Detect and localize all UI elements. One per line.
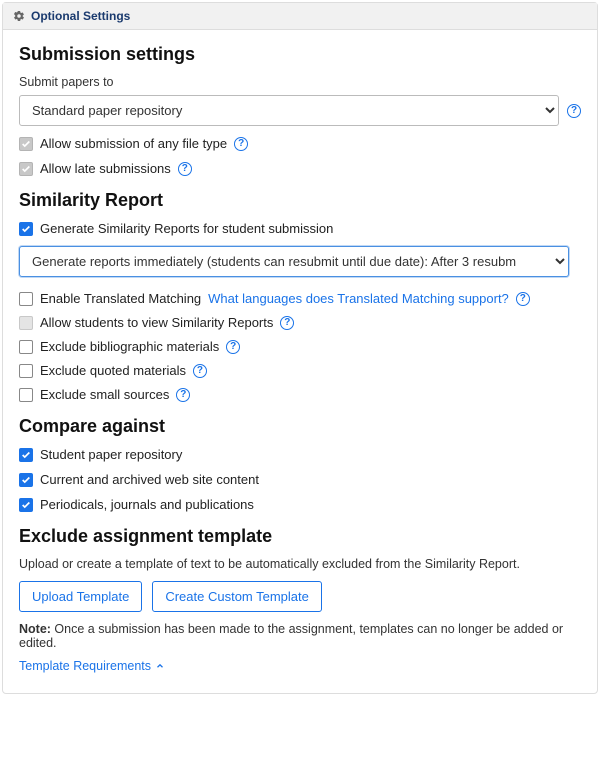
panel-title: Optional Settings [31, 9, 130, 23]
exclude-bib-checkbox[interactable] [19, 340, 33, 354]
student-repo-label: Student paper repository [40, 447, 182, 462]
optional-settings-panel: Optional Settings Submission settings Su… [2, 2, 598, 694]
periodicals-checkbox[interactable] [19, 498, 33, 512]
exclude-template-heading: Exclude assignment template [19, 526, 581, 547]
help-icon[interactable]: ? [193, 364, 207, 378]
generate-reports-label: Generate Similarity Reports for student … [40, 221, 333, 236]
allow-late-label: Allow late submissions [40, 161, 171, 176]
allow-view-label: Allow students to view Similarity Report… [40, 315, 273, 330]
panel-body: Submission settings Submit papers to Sta… [3, 30, 597, 693]
submission-settings-heading: Submission settings [19, 44, 581, 65]
help-icon[interactable]: ? [176, 388, 190, 402]
exclude-quoted-label: Exclude quoted materials [40, 363, 186, 378]
exclude-small-label: Exclude small sources [40, 387, 169, 402]
similarity-report-heading: Similarity Report [19, 190, 581, 211]
help-icon[interactable]: ? [178, 162, 192, 176]
help-icon[interactable]: ? [567, 104, 581, 118]
translated-matching-link[interactable]: What languages does Translated Matching … [208, 291, 509, 306]
chevron-up-icon [155, 661, 165, 671]
allow-any-file-checkbox[interactable] [19, 137, 33, 151]
panel-header[interactable]: Optional Settings [3, 3, 597, 30]
generate-reports-checkbox[interactable] [19, 222, 33, 236]
help-icon[interactable]: ? [280, 316, 294, 330]
note-label: Note: [19, 622, 51, 636]
web-content-checkbox[interactable] [19, 473, 33, 487]
translated-matching-label: Enable Translated Matching [40, 291, 201, 306]
submit-papers-to-select[interactable]: Standard paper repository [19, 95, 559, 126]
report-timing-select[interactable]: Generate reports immediately (students c… [19, 246, 569, 277]
help-icon[interactable]: ? [516, 292, 530, 306]
submit-papers-to-label: Submit papers to [19, 75, 581, 89]
exclude-bib-label: Exclude bibliographic materials [40, 339, 219, 354]
exclude-quoted-checkbox[interactable] [19, 364, 33, 378]
help-icon[interactable]: ? [226, 340, 240, 354]
translated-matching-checkbox[interactable] [19, 292, 33, 306]
allow-view-checkbox[interactable] [19, 316, 33, 330]
allow-any-file-label: Allow submission of any file type [40, 136, 227, 151]
create-custom-template-button[interactable]: Create Custom Template [152, 581, 322, 612]
template-requirements-link[interactable]: Template Requirements [19, 659, 165, 673]
gear-icon [13, 10, 25, 22]
help-icon[interactable]: ? [234, 137, 248, 151]
periodicals-label: Periodicals, journals and publications [40, 497, 254, 512]
upload-template-button[interactable]: Upload Template [19, 581, 142, 612]
allow-late-checkbox[interactable] [19, 162, 33, 176]
note-text: Once a submission has been made to the a… [19, 622, 563, 650]
web-content-label: Current and archived web site content [40, 472, 259, 487]
student-repo-checkbox[interactable] [19, 448, 33, 462]
exclude-small-checkbox[interactable] [19, 388, 33, 402]
exclude-template-desc: Upload or create a template of text to b… [19, 557, 581, 571]
template-note: Note: Once a submission has been made to… [19, 622, 581, 650]
compare-against-heading: Compare against [19, 416, 581, 437]
